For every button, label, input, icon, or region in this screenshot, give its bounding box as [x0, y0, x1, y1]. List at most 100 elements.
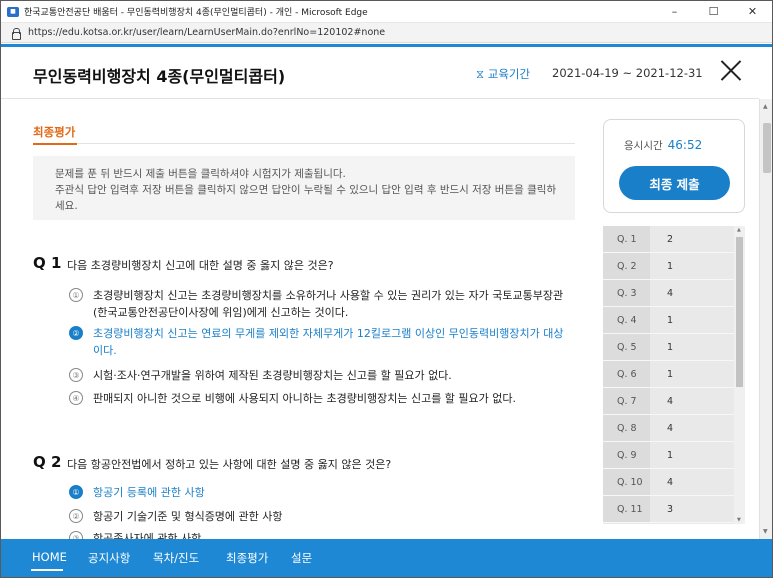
option-line: 이다.	[93, 344, 117, 357]
answer-value: 1	[651, 307, 734, 333]
notice-line: 문제를 푼 뒤 반드시 제출 버튼을 클릭하셔야 시험지가 제출됩니다.	[55, 168, 346, 180]
answer-sheet-row[interactable]: Q. 61	[603, 361, 734, 388]
page-scrollbar[interactable]: ▲ ▼	[759, 99, 772, 539]
option-text[interactable]: 항공종사자에 관한 사항	[93, 530, 201, 539]
option-text[interactable]: 판매되지 아니한 것으로 비행에 사용되지 아니하는 초경량비행장치는 신고를 …	[93, 390, 516, 407]
answer-sheet-row[interactable]: Q. 34	[603, 280, 734, 307]
section-divider-accent	[33, 143, 77, 145]
option-marker[interactable]: ②	[69, 509, 83, 523]
answer-option-selected[interactable]: ① 항공기 등록에 관한 사항	[69, 484, 205, 501]
nav-notices[interactable]: 공지사항	[88, 550, 130, 566]
bottom-nav: HOME 공지사항 목차/진도 최종평가 설문	[1, 539, 772, 577]
answer-q: Q. 10	[603, 469, 650, 495]
option-marker[interactable]: ③	[69, 531, 83, 539]
period-dates: 2021-04-19 ~ 2021-12-31	[552, 66, 703, 80]
answer-value: 4	[651, 415, 734, 441]
timer-value: 46:52	[667, 138, 703, 152]
question-text: 다음 초경량비행장치 신고에 대한 설명 중 옳지 않은 것은?	[67, 259, 334, 272]
nav-home[interactable]: HOME	[32, 550, 67, 564]
close-icon[interactable]	[719, 59, 743, 83]
answer-value: 4	[651, 469, 734, 495]
answer-option[interactable]: ③ 시험·조사·연구개발을 위하여 제작된 초경량비행장치는 신고를 할 필요가…	[69, 367, 452, 384]
answer-option[interactable]: ④ 판매되지 아니한 것으로 비행에 사용되지 아니하는 초경량비행장치는 신고…	[69, 390, 516, 407]
hourglass-icon: ⧖	[476, 67, 485, 81]
scroll-down-icon[interactable]: ▼	[737, 517, 741, 523]
option-marker[interactable]: ②	[69, 326, 83, 340]
answer-value: 2	[651, 226, 734, 252]
answer-value: 4	[651, 388, 734, 414]
answer-sheet-scrollbar[interactable]: ▲ ▼	[734, 226, 745, 524]
answer-option-selected[interactable]: ② 초경량비행장치 신고는 연료의 무게를 제외한 자체무게가 12킬로그램 이…	[69, 325, 564, 359]
section-title: 최종평가	[33, 125, 76, 139]
window-title: 한국교통안전공단 배움터 - 무인동력비행장치 4종(무인멀티콥터) - 개인 …	[24, 8, 368, 18]
close-window-button[interactable]: ✕	[733, 1, 772, 22]
option-line: 초경량비행장치 신고는 연료의 무게를 제외한 자체무게가 12킬로그램 이상인…	[93, 327, 564, 340]
answer-sheet-row[interactable]: Q. 12	[603, 226, 734, 253]
timer-label: 응시시간	[624, 140, 663, 152]
answer-sheet-row[interactable]: Q. 21	[603, 253, 734, 280]
question-number: Q 1	[33, 254, 62, 272]
final-submit-button[interactable]: 최종 제출	[619, 166, 730, 200]
answer-sheet-row[interactable]: Q. 41	[603, 307, 734, 334]
option-marker[interactable]: ④	[69, 391, 83, 405]
answer-q: Q. 4	[603, 307, 650, 333]
notice-box: 문제를 푼 뒤 반드시 제출 버튼을 클릭하셔야 시험지가 제출됩니다. 주관식…	[33, 156, 575, 220]
answer-sheet: Q. 12 Q. 21 Q. 34 Q. 41 Q. 51 Q. 61 Q. 7…	[603, 226, 745, 524]
answer-q: Q. 5	[603, 334, 650, 360]
answer-sheet-row[interactable]: Q. 74	[603, 388, 734, 415]
answer-option[interactable]: ① 초경량비행장치 신고는 초경량비행장치를 소유하거나 사용할 수 있는 권리…	[69, 287, 563, 321]
period-label-text: 교육기간	[487, 67, 531, 81]
section-divider	[33, 143, 575, 144]
option-line: 초경량비행장치 신고는 초경량비행장치를 소유하거나 사용할 수 있는 권리가 …	[93, 289, 564, 302]
answer-value: 1	[651, 442, 734, 468]
window-controls: – ☐ ✕	[655, 1, 772, 22]
answer-q: Q. 7	[603, 388, 650, 414]
nav-survey[interactable]: 설문	[291, 550, 312, 566]
answer-sheet-row[interactable]: Q. 51	[603, 334, 734, 361]
answer-sheet-row[interactable]: Q. 10 4	[603, 469, 734, 496]
answer-value: 1	[651, 253, 734, 279]
address-bar[interactable]: https://edu.kotsa.or.kr/user/learn/Learn…	[1, 23, 772, 43]
notice-line: 주관식 답안 입력후 저장 버튼을 클릭하지 않으면 답안이 누락될 수 있으니…	[55, 184, 557, 196]
scroll-up-icon[interactable]: ▲	[763, 103, 768, 110]
timer-card: 응시시간 46:52 최종 제출	[603, 119, 745, 213]
notice-line: 세요.	[55, 200, 78, 212]
period-label: ⧖ 교육기간	[476, 66, 530, 82]
lock-icon	[11, 27, 21, 40]
option-text[interactable]: 초경량비행장치 신고는 초경량비행장치를 소유하거나 사용할 수 있는 권리가 …	[93, 287, 563, 321]
title-bar: ■ 한국교통안전공단 배움터 - 무인동력비행장치 4종(무인멀티콥터) - 개…	[1, 1, 772, 23]
option-marker[interactable]: ①	[69, 485, 83, 499]
question-text: 다음 항공안전법에서 정하고 있는 사항에 대한 설명 중 옳지 않은 것은?	[67, 458, 392, 471]
option-marker[interactable]: ①	[69, 288, 83, 302]
answer-sheet-row[interactable]: Q. 91	[603, 442, 734, 469]
option-text[interactable]: 항공기 기술기준 및 형식증명에 관한 사항	[93, 508, 283, 525]
answer-sheet-row[interactable]: Q. 11 3	[603, 496, 734, 523]
elapsed-timer: 응시시간 46:52	[624, 138, 702, 153]
maximize-button[interactable]: ☐	[694, 1, 733, 22]
scroll-down-icon[interactable]: ▼	[763, 528, 768, 535]
answer-option[interactable]: ③ 항공종사자에 관한 사항	[69, 530, 201, 539]
nav-active-indicator	[31, 569, 63, 571]
scrollbar-thumb[interactable]	[763, 123, 771, 173]
option-marker[interactable]: ③	[69, 368, 83, 382]
course-title: 무인동력비행장치 4종(무인멀티콥터)	[33, 67, 286, 86]
answer-value: 4	[651, 280, 734, 306]
scrollbar-thumb[interactable]	[736, 237, 743, 387]
course-header: 무인동력비행장치 4종(무인멀티콥터) ⧖ 교육기간 2021-04-19 ~ …	[1, 47, 759, 99]
nav-final-exam[interactable]: 최종평가	[226, 550, 268, 566]
answer-q: Q. 3	[603, 280, 650, 306]
nav-contents[interactable]: 목차/진도	[153, 550, 199, 566]
answer-value: 1	[651, 334, 734, 360]
answer-sheet-row[interactable]: Q. 84	[603, 415, 734, 442]
browser-window: ■ 한국교통안전공단 배움터 - 무인동력비행장치 4종(무인멀티콥터) - 개…	[0, 0, 773, 578]
answer-value: 3	[651, 496, 734, 522]
url-text[interactable]: https://edu.kotsa.or.kr/user/learn/Learn…	[28, 27, 385, 38]
scroll-up-icon[interactable]: ▲	[737, 227, 741, 233]
option-text[interactable]: 항공기 등록에 관한 사항	[93, 484, 205, 501]
answer-option[interactable]: ② 항공기 기술기준 및 형식증명에 관한 사항	[69, 508, 283, 525]
answer-q: Q. 2	[603, 253, 650, 279]
option-text[interactable]: 시험·조사·연구개발을 위하여 제작된 초경량비행장치는 신고를 할 필요가 없…	[93, 367, 452, 384]
answer-value: 1	[651, 361, 734, 387]
option-text[interactable]: 초경량비행장치 신고는 연료의 무게를 제외한 자체무게가 12킬로그램 이상인…	[93, 325, 564, 359]
minimize-button[interactable]: –	[655, 1, 694, 22]
